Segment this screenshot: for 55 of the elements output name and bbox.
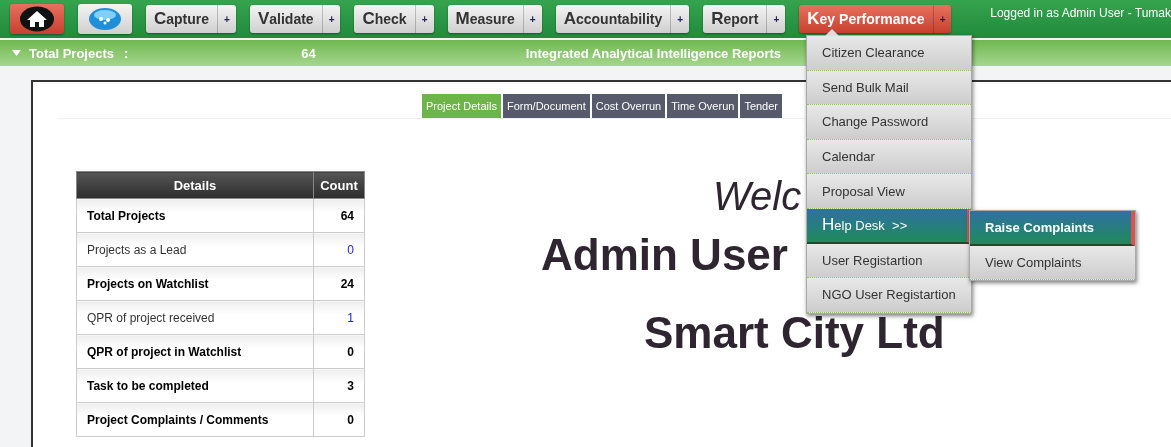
table-cell: Total Projects: [76, 198, 314, 233]
summary-value: 64: [301, 45, 316, 61]
tab[interactable]: Form/Document: [502, 94, 590, 118]
tab[interactable]: Time Overun: [667, 94, 739, 118]
menu-button[interactable]: Capture: [146, 5, 219, 33]
table-cell[interactable]: 1: [313, 300, 365, 335]
table-cell: 0: [313, 334, 365, 369]
column-header: Count: [313, 171, 365, 199]
table-cell: 0: [313, 402, 365, 437]
table-cell: Projects on Watchlist: [76, 266, 314, 301]
menu-item[interactable]: Change Password: [807, 105, 971, 140]
table-cell[interactable]: 0: [313, 232, 365, 267]
summary-separator: :: [124, 45, 129, 61]
login-status: Logged in as Admin User - Tumak: [990, 6, 1171, 20]
caret-icon[interactable]: [12, 50, 21, 56]
menu-button[interactable]: Measure: [447, 5, 524, 33]
welcome-text: Welc: [713, 173, 802, 219]
tab[interactable]: Tender: [740, 94, 782, 118]
globe-icon: [87, 7, 123, 31]
menu-item[interactable]: Calendar: [807, 139, 971, 175]
column-header: Details: [76, 171, 314, 199]
menu-item[interactable]: NGO User Registartion: [807, 278, 971, 313]
report-title: Integrated Analytical Intelligence Reports: [525, 45, 782, 61]
summary-label: Total Projects: [29, 45, 114, 61]
table-cell: 64: [313, 198, 365, 233]
expand-button[interactable]: +: [671, 5, 690, 33]
expand-button[interactable]: +: [218, 5, 236, 33]
menu-button[interactable]: Validate: [249, 5, 323, 33]
menu-item[interactable]: Send Bulk Mail: [807, 70, 971, 106]
menu-item[interactable]: Proposal View: [807, 174, 971, 209]
expand-button[interactable]: +: [415, 5, 434, 33]
menu-item[interactable]: Help Desk >>: [807, 208, 971, 244]
table-cell: 24: [313, 266, 365, 301]
menu-item[interactable]: Raise Complaints: [970, 211, 1135, 246]
expand-button[interactable]: +: [933, 5, 952, 33]
menu-button[interactable]: Report: [703, 5, 768, 33]
home-button[interactable]: [10, 4, 64, 34]
home-icon: [19, 6, 55, 32]
tab[interactable]: Cost Overrun: [591, 94, 666, 118]
menu-item[interactable]: Citizen Clearance: [807, 36, 971, 71]
user-name: Admin User: [541, 230, 788, 280]
globe-button[interactable]: [78, 4, 132, 34]
expand-button[interactable]: +: [523, 5, 542, 33]
menu-button[interactable]: Accountability: [555, 5, 672, 33]
expand-button[interactable]: +: [767, 5, 786, 33]
menu-item[interactable]: User Registartion: [807, 243, 971, 279]
table-cell[interactable]: Projects as a Lead: [76, 232, 314, 267]
menu-button[interactable]: Check: [354, 5, 416, 33]
menu-item[interactable]: View Complaints: [970, 245, 1135, 281]
table-cell: Task to be completed: [76, 368, 314, 403]
table-cell: Project Complaints / Comments: [76, 402, 314, 437]
table-cell[interactable]: QPR of project received: [76, 300, 314, 335]
expand-button[interactable]: +: [322, 5, 341, 33]
table-cell: QPR of project in Watchlist: [76, 334, 314, 369]
table-cell: 3: [313, 368, 365, 403]
